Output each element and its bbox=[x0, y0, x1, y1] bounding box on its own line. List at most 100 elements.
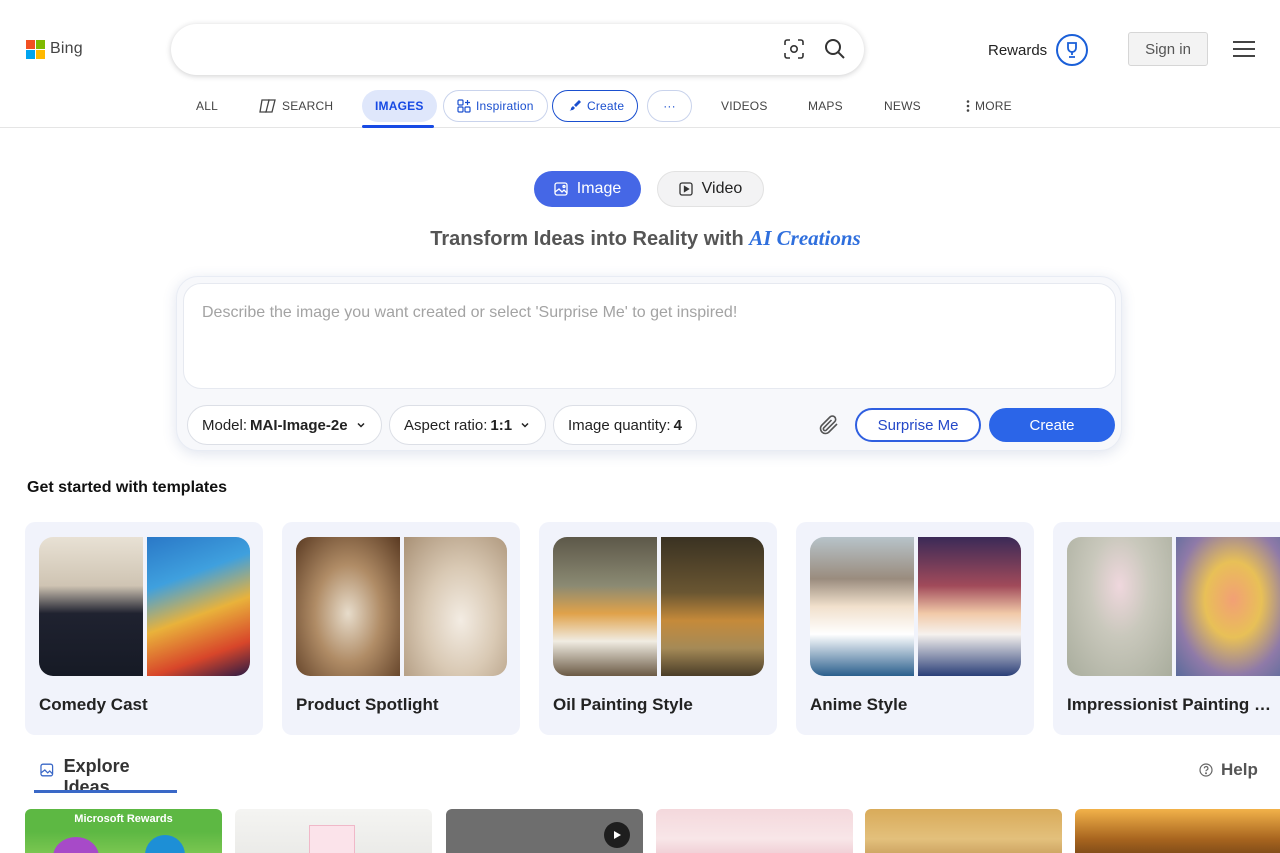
tab-more-label: MORE bbox=[975, 99, 1012, 113]
image-mode-label: Image bbox=[576, 180, 622, 197]
rewards-button[interactable]: Rewards bbox=[988, 34, 1089, 66]
aspect-label: Aspect ratio: bbox=[404, 416, 488, 434]
image-icon bbox=[554, 181, 568, 196]
model-select[interactable]: Model: MAI-Image-2e bbox=[187, 405, 382, 445]
template-label: Anime Style bbox=[810, 695, 908, 714]
chevron-down-icon bbox=[521, 422, 529, 428]
templates-title: Get started with templates bbox=[27, 479, 228, 496]
prompt-card: Describe the image you want created or s… bbox=[176, 276, 1122, 451]
template-card-anime-style[interactable]: Anime Style bbox=[796, 522, 1034, 735]
tab-videos[interactable]: VIDEOS bbox=[721, 90, 768, 122]
idea-illustration bbox=[309, 825, 355, 853]
tab-create[interactable]: Create bbox=[552, 90, 639, 122]
vertical-dots-icon bbox=[966, 100, 970, 112]
template-thumbnails bbox=[1067, 537, 1280, 676]
copilot-search-icon bbox=[259, 99, 276, 113]
template-painting bbox=[1175, 537, 1280, 676]
template-anime bbox=[917, 537, 1021, 676]
template-thumbnails bbox=[553, 537, 764, 676]
idea-card[interactable] bbox=[656, 809, 853, 853]
images-tab-underline bbox=[362, 125, 434, 128]
image-icon bbox=[40, 763, 54, 777]
tab-inspiration-label: Inspiration bbox=[476, 99, 534, 113]
template-thumbnails bbox=[296, 537, 507, 676]
template-poster bbox=[146, 537, 250, 676]
bing-logo[interactable]: Bing bbox=[26, 40, 83, 59]
idea-illustration bbox=[145, 835, 185, 853]
idea-card-label: Microsoft Rewards bbox=[74, 813, 173, 825]
image-mode-button[interactable]: Image bbox=[534, 171, 641, 207]
template-label: Impressionist Painting … bbox=[1067, 695, 1272, 714]
template-thumbnails bbox=[39, 537, 250, 676]
create-button[interactable]: Create bbox=[989, 408, 1115, 442]
aspect-ratio-select[interactable]: Aspect ratio: 1:1 bbox=[389, 405, 547, 445]
image-quantity-select[interactable]: Image quantity: 4 bbox=[553, 405, 697, 445]
attach-paperclip-icon[interactable] bbox=[817, 413, 841, 437]
sign-in-button[interactable]: Sign in bbox=[1128, 32, 1208, 66]
template-label: Comedy Cast bbox=[39, 695, 148, 714]
tab-more[interactable]: MORE bbox=[966, 90, 1012, 122]
idea-card-rewards[interactable]: Microsoft Rewards bbox=[25, 809, 222, 853]
visual-search-icon[interactable] bbox=[783, 38, 805, 60]
help-icon bbox=[1199, 763, 1213, 777]
template-card-comedy-cast[interactable]: Comedy Cast bbox=[25, 522, 263, 735]
prompt-placeholder: Describe the image you want created or s… bbox=[202, 304, 738, 321]
template-thumbnails bbox=[810, 537, 1021, 676]
rewards-label: Rewards bbox=[988, 41, 1048, 59]
create-brush-icon bbox=[568, 100, 581, 111]
tab-images-label: IMAGES bbox=[375, 99, 424, 113]
more-dots-label: ··· bbox=[663, 99, 676, 113]
headline-highlight: AI Creations bbox=[749, 226, 861, 250]
video-mode-button[interactable]: Video bbox=[657, 171, 764, 207]
help-label: Help bbox=[1221, 760, 1258, 779]
play-icon bbox=[604, 822, 630, 848]
template-card-oil-painting[interactable]: Oil Painting Style bbox=[539, 522, 777, 735]
template-photo bbox=[403, 537, 507, 676]
idea-illustration bbox=[53, 837, 99, 853]
template-label: Oil Painting Style bbox=[553, 695, 693, 714]
quantity-value: 4 bbox=[673, 416, 682, 434]
idea-card[interactable] bbox=[865, 809, 1062, 853]
prompt-textarea[interactable]: Describe the image you want created or s… bbox=[183, 283, 1116, 389]
page-headline: Transform Ideas into Reality with AI Cre… bbox=[0, 226, 1280, 251]
search-box[interactable] bbox=[171, 24, 864, 75]
idea-card[interactable] bbox=[235, 809, 432, 853]
tab-search[interactable]: SEARCH bbox=[259, 90, 333, 122]
tab-all[interactable]: ALL bbox=[196, 90, 218, 122]
search-input[interactable] bbox=[191, 36, 781, 64]
template-card-product-spotlight[interactable]: Product Spotlight bbox=[282, 522, 520, 735]
headline-prefix: Transform Ideas into Reality with bbox=[430, 228, 750, 250]
template-photo bbox=[1067, 537, 1172, 676]
inspiration-icon bbox=[457, 99, 471, 113]
explore-ideas-tab[interactable]: Explore Ideas bbox=[34, 756, 177, 797]
search-icon[interactable] bbox=[823, 37, 847, 61]
brand-name: Bing bbox=[50, 40, 83, 57]
template-label: Product Spotlight bbox=[296, 695, 439, 714]
tab-images[interactable]: IMAGES bbox=[362, 90, 437, 122]
chevron-down-icon bbox=[357, 422, 365, 428]
tab-maps-label: MAPS bbox=[808, 99, 843, 113]
template-photo bbox=[296, 537, 400, 676]
model-value: MAI-Image-2e bbox=[250, 416, 348, 434]
video-icon bbox=[679, 181, 693, 196]
model-label: Model: bbox=[202, 416, 248, 434]
video-mode-label: Video bbox=[701, 180, 743, 197]
surprise-me-button[interactable]: Surprise Me bbox=[855, 408, 981, 442]
header: Bing Rewards Sign in ALL SEARCH IMAGES I… bbox=[0, 0, 1280, 128]
template-photo bbox=[39, 537, 143, 676]
help-button[interactable]: Help bbox=[1199, 760, 1258, 780]
tab-maps[interactable]: MAPS bbox=[808, 90, 843, 122]
tab-more-dots[interactable]: ··· bbox=[647, 90, 692, 122]
template-painting bbox=[660, 537, 764, 676]
template-card-impressionist[interactable]: Impressionist Painting … bbox=[1053, 522, 1280, 735]
tab-videos-label: VIDEOS bbox=[721, 99, 768, 113]
tab-all-label: ALL bbox=[196, 99, 218, 113]
idea-card[interactable] bbox=[1075, 809, 1280, 853]
menu-icon[interactable] bbox=[1233, 40, 1255, 58]
explore-tab-underline bbox=[34, 790, 177, 793]
idea-card-video[interactable] bbox=[446, 809, 643, 853]
rewards-trophy-icon bbox=[1056, 34, 1089, 66]
tab-news[interactable]: NEWS bbox=[884, 90, 921, 122]
tab-inspiration[interactable]: Inspiration bbox=[443, 90, 548, 122]
microsoft-logo-icon bbox=[26, 40, 45, 59]
